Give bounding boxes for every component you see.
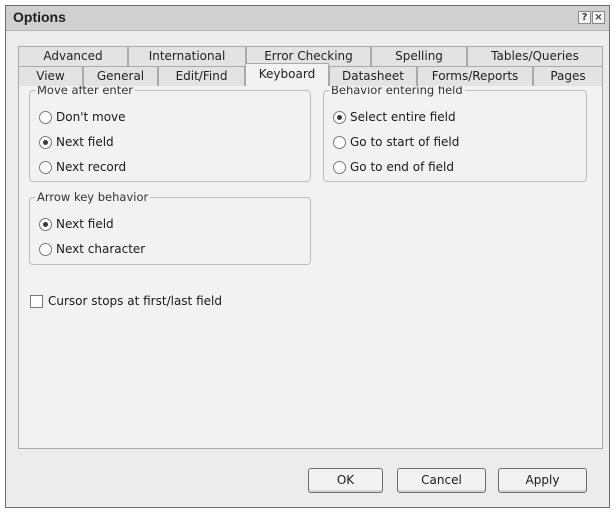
- ok-button[interactable]: OK: [308, 468, 383, 493]
- radio-go-to-end-label: Go to end of field: [350, 160, 455, 174]
- tab-pages[interactable]: Pages: [533, 66, 603, 86]
- cursor-stops-checkbox[interactable]: Cursor stops at first/last field: [30, 294, 222, 308]
- radio-dont-move-control[interactable]: [39, 110, 52, 124]
- close-icon[interactable]: ×: [592, 11, 605, 24]
- tab-advanced[interactable]: Advanced: [18, 46, 128, 66]
- tab-edit-find[interactable]: Edit/Find: [158, 66, 245, 86]
- radio-next-field-enter-label: Next field: [56, 135, 114, 149]
- radio-select-entire-field-label: Select entire field: [350, 110, 456, 124]
- radio-go-to-start-control[interactable]: [333, 135, 346, 149]
- tab-keyboard[interactable]: Keyboard: [245, 63, 329, 86]
- radio-next-record[interactable]: Next record: [39, 160, 126, 174]
- tab-international[interactable]: International: [128, 46, 246, 66]
- radio-next-character-label: Next character: [56, 242, 146, 256]
- tab-spelling[interactable]: Spelling: [371, 46, 467, 66]
- radio-dont-move-label: Don't move: [56, 110, 126, 124]
- help-icon[interactable]: ?: [578, 11, 591, 24]
- tab-view[interactable]: View: [18, 66, 83, 86]
- radio-go-to-end-control[interactable]: [333, 160, 346, 174]
- radio-next-field-enter-control[interactable]: [39, 135, 52, 149]
- radio-select-entire-field[interactable]: Select entire field: [333, 110, 456, 124]
- radio-next-field-arrow-control[interactable]: [39, 217, 52, 231]
- cursor-stops-label: Cursor stops at first/last field: [48, 294, 222, 308]
- radio-next-field-enter[interactable]: Next field: [39, 135, 114, 149]
- tab-row-front: View General Edit/Find Keyboard Datashee…: [18, 63, 603, 86]
- radio-go-to-end[interactable]: Go to end of field: [333, 160, 454, 174]
- radio-next-character[interactable]: Next character: [39, 242, 145, 256]
- radio-select-entire-field-control[interactable]: [333, 110, 346, 124]
- radio-next-field-arrow[interactable]: Next field: [39, 217, 114, 231]
- tab-datasheet[interactable]: Datasheet: [329, 66, 417, 86]
- radio-next-record-label: Next record: [56, 160, 127, 174]
- tab-tables-queries[interactable]: Tables/Queries: [467, 46, 603, 66]
- radio-go-to-start-label: Go to start of field: [350, 135, 460, 149]
- cancel-button[interactable]: Cancel: [397, 468, 486, 493]
- title-bar[interactable]: Options ? ×: [6, 6, 609, 31]
- cursor-stops-checkbox-box[interactable]: [30, 294, 43, 308]
- apply-button[interactable]: Apply: [498, 468, 587, 493]
- radio-next-character-control[interactable]: [39, 242, 52, 256]
- tab-general[interactable]: General: [83, 66, 158, 86]
- move-after-enter-group: Move after enter Don't move Next field N…: [29, 83, 311, 182]
- radio-go-to-start[interactable]: Go to start of field: [333, 135, 459, 149]
- options-dialog: Options ? × Advanced International Error…: [5, 5, 610, 508]
- radio-next-field-arrow-label: Next field: [56, 217, 114, 231]
- keyboard-tab-panel: Move after enter Don't move Next field N…: [18, 74, 603, 449]
- behavior-entering-field-group: Behavior entering field Select entire fi…: [323, 83, 587, 182]
- radio-dont-move[interactable]: Don't move: [39, 110, 126, 124]
- window-title: Options: [13, 9, 66, 25]
- tab-forms-reports[interactable]: Forms/Reports: [417, 66, 533, 86]
- arrow-key-behavior-group: Arrow key behavior Next field Next chara…: [29, 190, 311, 265]
- arrow-key-behavior-legend: Arrow key behavior: [37, 190, 149, 204]
- radio-next-record-control[interactable]: [39, 160, 52, 174]
